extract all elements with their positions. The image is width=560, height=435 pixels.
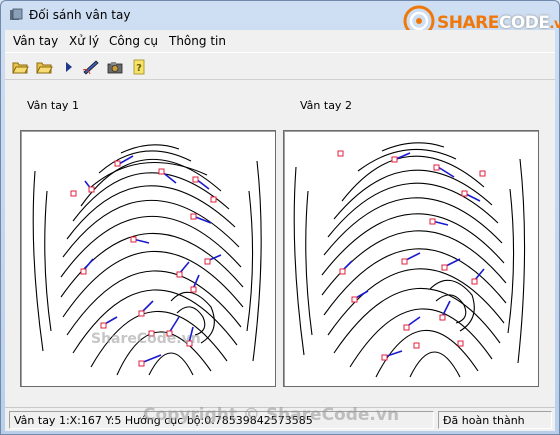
- fingerprint-1-drawing: [32, 144, 262, 376]
- main-area: Vân tay 1 Vân tay 2 ShareCode.vn: [5, 80, 555, 407]
- play-icon[interactable]: [60, 58, 78, 76]
- copyright-watermark: Copyright © ShareCode.vn: [143, 405, 400, 425]
- open-folder-2-icon[interactable]: [35, 58, 53, 76]
- app-icon: [10, 8, 23, 20]
- open-folder-icon[interactable]: [11, 58, 29, 76]
- fingerprint-2-drawing: [293, 142, 526, 378]
- menu-thong-tin[interactable]: Thông tin: [169, 34, 226, 48]
- fingerprint-2-image[interactable]: [283, 130, 539, 387]
- app-window: Đối sánh vân tay SHARECODE.vn Vân tay Xử…: [0, 0, 560, 435]
- inner-watermark: ShareCode.vn: [91, 331, 201, 347]
- camera-icon[interactable]: [106, 58, 124, 76]
- menu-bar: Vân tay Xử lý Công cụ Thông tin: [5, 30, 555, 52]
- menu-van-tay[interactable]: Vân tay: [13, 34, 58, 48]
- svg-text:?: ?: [136, 63, 142, 74]
- window-title: Đối sánh vân tay: [29, 8, 131, 22]
- fingerprint-2-label: Vân tay 2: [300, 99, 352, 112]
- toolbar: ?: [5, 52, 555, 80]
- title-bar: Đối sánh vân tay SHARECODE.vn: [1, 1, 560, 37]
- help-icon[interactable]: ?: [130, 58, 148, 76]
- fingerprint-1-image[interactable]: ShareCode.vn: [20, 130, 276, 387]
- menu-xu-ly[interactable]: Xử lý: [69, 34, 99, 48]
- menu-cong-cu[interactable]: Công cụ: [109, 34, 158, 48]
- pen-icon[interactable]: [82, 58, 100, 76]
- fingerprint-1-label: Vân tay 1: [27, 99, 79, 112]
- status-state: Đã hoàn thành: [438, 411, 552, 429]
